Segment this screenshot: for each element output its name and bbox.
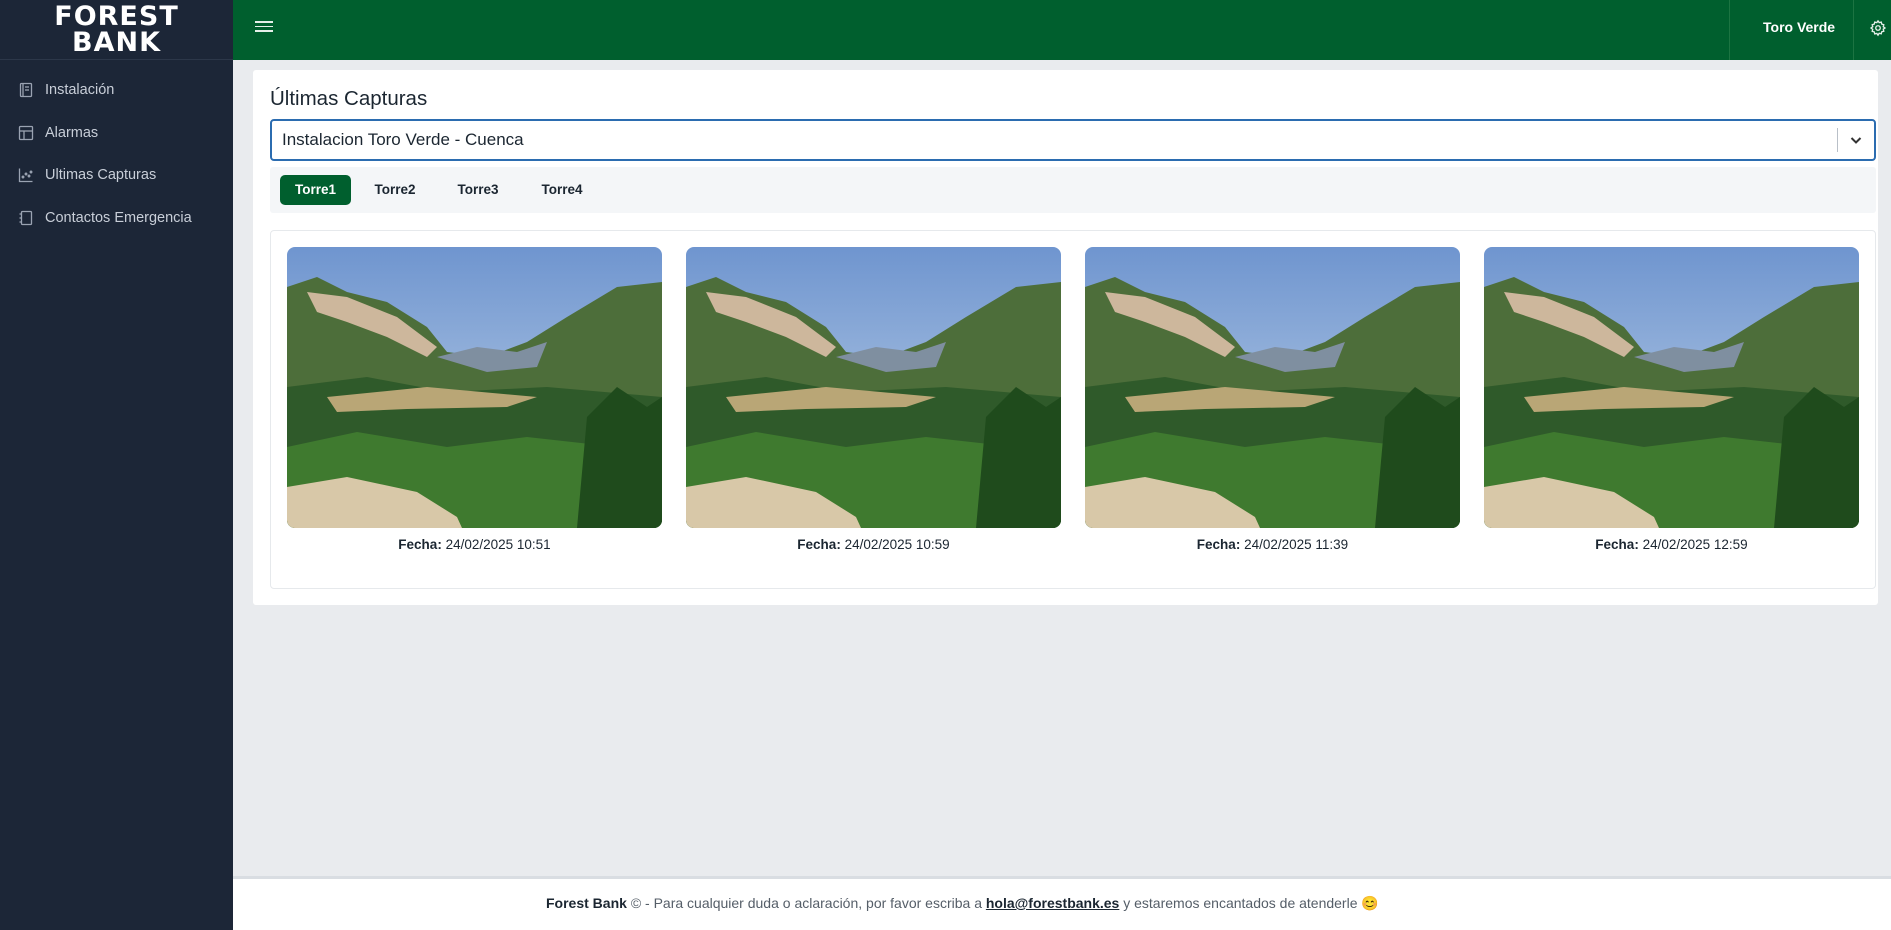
tab-torre4[interactable]: Torre4	[532, 175, 592, 205]
user-name[interactable]: Toro Verde	[1763, 0, 1835, 60]
capture-photo[interactable]	[1484, 247, 1859, 528]
capture-date: 24/02/2025 10:51	[445, 537, 551, 552]
capture-item: Fecha: 24/02/2025 11:39	[1085, 247, 1460, 552]
capture-photo[interactable]	[1085, 247, 1460, 528]
capture-photo[interactable]	[686, 247, 1061, 528]
capture-date-label: Fecha:	[1595, 537, 1639, 552]
tower-tabs: Torre1 Torre2 Torre3 Torre4	[270, 167, 1876, 213]
logo-line-1: FOREST	[54, 0, 179, 32]
footer-email-link[interactable]: hola@forestbank.es	[986, 895, 1119, 911]
footer-text: Forest Bank © - Para cualquier duda o ac…	[546, 895, 1379, 912]
sidebar-item-alarmas[interactable]: Alarmas	[0, 112, 233, 155]
capture-date: 24/02/2025 11:39	[1244, 537, 1349, 552]
topbar-divider	[1853, 0, 1854, 60]
installation-select[interactable]: Instalacion Toro Verde - Cuenca	[270, 119, 1876, 161]
logo-line-2: BANK	[72, 26, 161, 58]
capture-caption: Fecha: 24/02/2025 11:39	[1085, 537, 1460, 552]
topbar: Toro Verde	[233, 0, 1891, 60]
layout-icon	[18, 125, 34, 140]
capture-item: Fecha: 24/02/2025 10:51	[287, 247, 662, 552]
capture-date-label: Fecha:	[398, 537, 442, 552]
capture-caption: Fecha: 24/02/2025 12:59	[1484, 537, 1859, 552]
capture-caption: Fecha: 24/02/2025 10:51	[287, 537, 662, 552]
topbar-divider	[1729, 0, 1730, 60]
select-separator	[1837, 128, 1838, 152]
tab-torre2[interactable]: Torre2	[365, 175, 425, 205]
footer-brand: Forest Bank	[546, 895, 627, 911]
footer: Forest Bank © - Para cualquier duda o ac…	[233, 876, 1891, 930]
gear-icon[interactable]	[1869, 19, 1887, 37]
sidebar-item-label: Contactos Emergencia	[45, 209, 192, 226]
tab-torre3[interactable]: Torre3	[448, 175, 508, 205]
footer-message: © - Para cualquier duda o aclaración, po…	[630, 895, 982, 911]
capture-item: Fecha: 24/02/2025 10:59	[686, 247, 1061, 552]
capture-date-label: Fecha:	[1196, 537, 1241, 552]
captures-card: Últimas Capturas Instalacion Toro Verde …	[253, 70, 1878, 605]
sidebar-item-label: Alarmas	[45, 124, 99, 141]
installation-select-value: Instalacion Toro Verde - Cuenca	[282, 130, 524, 149]
hamburger-icon[interactable]	[255, 18, 273, 36]
footer-message-end: y estaremos encantados de atenderle 😊	[1123, 895, 1379, 911]
chevron-down-icon[interactable]	[1848, 132, 1864, 148]
logo[interactable]: FOREST BANK	[0, 0, 233, 60]
capture-item: Fecha: 24/02/2025 12:59	[1484, 247, 1859, 552]
capture-date-label: Fecha:	[797, 537, 841, 552]
sidebar-item-instalacion[interactable]: Instalación	[0, 69, 233, 112]
book-icon	[19, 83, 33, 98]
sidebar-nav: Instalación Alarmas Ultimas Capturas Con…	[0, 60, 233, 239]
sidebar-item-ultimas-capturas[interactable]: Ultimas Capturas	[0, 154, 233, 197]
sidebar-item-label: Instalación	[45, 82, 115, 99]
contacts-icon	[19, 210, 33, 225]
chart-icon	[18, 168, 33, 183]
capture-photo[interactable]	[287, 247, 662, 528]
page-title: Últimas Capturas	[270, 87, 428, 110]
sidebar-item-contactos-emergencia[interactable]: Contactos Emergencia	[0, 197, 233, 240]
capture-caption: Fecha: 24/02/2025 10:59	[686, 537, 1061, 552]
capture-date: 24/02/2025 10:59	[844, 537, 950, 552]
captures-gallery: Fecha: 24/02/2025 10:51 Fecha: 24/02/202…	[270, 230, 1876, 589]
tab-torre1[interactable]: Torre1	[280, 175, 351, 205]
sidebar-item-label: Ultimas Capturas	[45, 167, 157, 184]
sidebar: FOREST BANK Instalación Alarmas Ultimas …	[0, 0, 233, 930]
capture-date: 24/02/2025 12:59	[1642, 537, 1748, 552]
